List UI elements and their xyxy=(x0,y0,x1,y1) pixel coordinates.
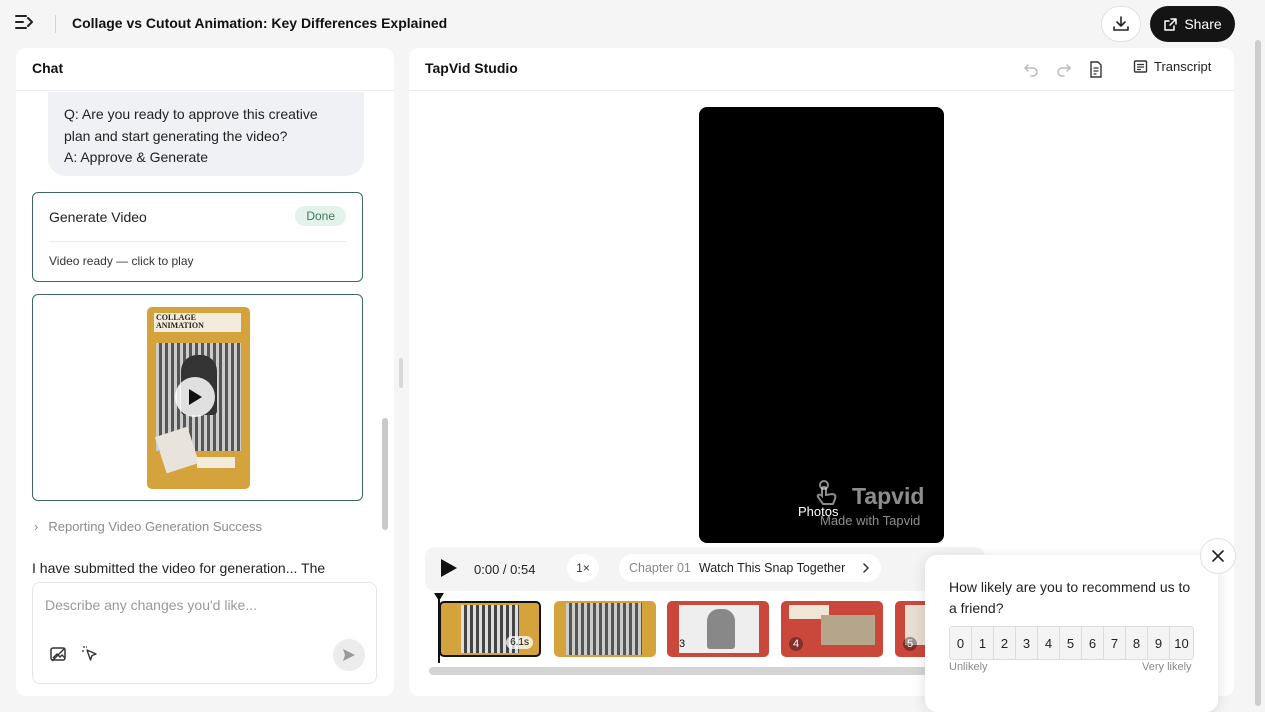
chapter-number: Chapter 01 xyxy=(629,561,691,575)
transcript-label: Transcript xyxy=(1154,59,1212,74)
scale-low-label: Unlikely xyxy=(949,661,988,673)
video-thumbnail[interactable]: COLLAGE ANIMATION xyxy=(147,307,250,489)
status-badge: Done xyxy=(295,206,346,226)
chapter-title: Watch This Snap Together xyxy=(698,561,846,575)
clip-number: 3 xyxy=(678,638,686,650)
chat-scrollbar[interactable] xyxy=(382,418,388,530)
watermark-brand: Tapvid xyxy=(852,483,925,509)
survey-question: How likely are you to recommend us to a … xyxy=(949,579,1191,616)
video-caption: Photos xyxy=(798,504,839,519)
transcript-icon xyxy=(1133,60,1148,73)
page-scrollbar[interactable] xyxy=(1255,40,1261,706)
playback-time: 0:00 / 0:54 xyxy=(474,562,536,577)
play-icon[interactable] xyxy=(175,377,215,417)
chapter-selector[interactable]: Chapter 01 Watch This Snap Together xyxy=(619,554,882,582)
nps-survey: How likely are you to recommend us to a … xyxy=(925,555,1218,712)
score-option[interactable]: 6 xyxy=(1082,627,1104,659)
close-icon xyxy=(1212,550,1224,562)
card-divider xyxy=(49,241,346,242)
score-option[interactable]: 0 xyxy=(950,627,972,659)
clip-number: 5 xyxy=(903,637,917,651)
video-player[interactable]: Tapvid Made with Tapvid Photos xyxy=(699,107,944,543)
timeline-scrollbar[interactable] xyxy=(429,667,929,675)
chat-panel: Chat Q: Are you ready to approve this cr… xyxy=(16,48,394,696)
send-button[interactable] xyxy=(333,639,365,671)
top-bar: Collage vs Cutout Animation: Key Differe… xyxy=(0,0,1265,48)
cursor-select-icon[interactable] xyxy=(81,645,101,665)
timeline-clip[interactable]: 5 xyxy=(895,601,929,657)
chat-header-divider xyxy=(16,90,394,91)
assistant-message: I have submitted the video for generatio… xyxy=(32,560,326,576)
clip-duration: 6.1s xyxy=(506,636,533,649)
score-option[interactable]: 8 xyxy=(1126,627,1148,659)
timeline-clip[interactable] xyxy=(554,601,656,657)
generate-video-card[interactable]: Generate Video Done Video ready — click … xyxy=(32,192,363,282)
chevron-right-icon xyxy=(863,563,870,573)
score-option[interactable]: 1 xyxy=(972,627,994,659)
share-button[interactable]: Share xyxy=(1150,6,1235,42)
tapvid-logo-icon xyxy=(816,480,837,505)
download-button[interactable] xyxy=(1101,6,1141,42)
score-option[interactable]: 10 xyxy=(1170,627,1193,659)
qa-answer: A: Approve & Generate xyxy=(64,149,208,165)
chat-input[interactable] xyxy=(45,597,365,613)
clip-figure xyxy=(707,609,735,649)
thumbnail-banner: COLLAGE ANIMATION xyxy=(154,313,241,332)
panel-resize-handle[interactable] xyxy=(399,358,403,388)
step-label: Reporting Video Generation Success xyxy=(48,519,263,534)
generate-video-status: Video ready — click to play xyxy=(49,254,194,268)
external-link-icon xyxy=(1164,17,1178,31)
timeline-clip[interactable]: 3 xyxy=(667,601,769,657)
close-survey-button[interactable] xyxy=(1200,538,1236,574)
redo-icon[interactable] xyxy=(1054,60,1074,78)
generate-video-title: Generate Video xyxy=(49,209,147,225)
step-item[interactable]: › Reporting Video Generation Success xyxy=(34,519,262,534)
scale-high-label: Very likely xyxy=(1142,661,1192,673)
thumbnail-note xyxy=(197,457,235,468)
score-option[interactable]: 3 xyxy=(1016,627,1038,659)
studio-header-divider xyxy=(409,90,1234,91)
score-option[interactable]: 7 xyxy=(1104,627,1126,659)
timeline-clip[interactable]: 4 xyxy=(781,601,883,657)
document-icon[interactable] xyxy=(1086,60,1106,78)
transcript-button[interactable]: Transcript xyxy=(1133,59,1211,74)
download-icon xyxy=(1113,16,1129,31)
undo-icon[interactable] xyxy=(1021,60,1041,78)
chevron-right-icon: › xyxy=(34,519,39,534)
play-icon xyxy=(441,559,457,577)
clip-image xyxy=(821,615,875,645)
score-scale: 0 1 2 3 4 5 6 7 8 9 10 xyxy=(949,626,1194,660)
playback-controls: 0:00 / 0:54 1× Chapter 01 Watch This Sna… xyxy=(425,547,985,591)
studio-title: TapVid Studio xyxy=(425,60,518,76)
score-option[interactable]: 4 xyxy=(1038,627,1060,659)
play-button[interactable] xyxy=(437,557,459,584)
user-answer-bubble: Q: Are you ready to approve this creativ… xyxy=(48,92,364,176)
page-title: Collage vs Cutout Animation: Key Differe… xyxy=(72,15,448,31)
send-icon xyxy=(343,649,355,661)
score-option[interactable]: 9 xyxy=(1148,627,1170,659)
video-thumbnail-card: COLLAGE ANIMATION xyxy=(32,294,363,501)
speed-button[interactable]: 1× xyxy=(567,554,599,582)
chat-input-box xyxy=(32,582,377,684)
score-option[interactable]: 2 xyxy=(994,627,1016,659)
qa-question: Q: Are you ready to approve this creativ… xyxy=(64,106,318,144)
header-divider xyxy=(55,15,56,33)
chat-title: Chat xyxy=(32,60,64,76)
score-option[interactable]: 5 xyxy=(1060,627,1082,659)
sidebar-toggle-icon[interactable] xyxy=(14,12,42,36)
image-edit-icon[interactable] xyxy=(49,645,69,665)
clip-number: 4 xyxy=(789,637,803,651)
clip-image xyxy=(566,603,642,655)
share-label: Share xyxy=(1184,16,1222,32)
playhead[interactable] xyxy=(438,597,440,663)
timeline-clip[interactable]: 6.1s xyxy=(439,601,541,657)
